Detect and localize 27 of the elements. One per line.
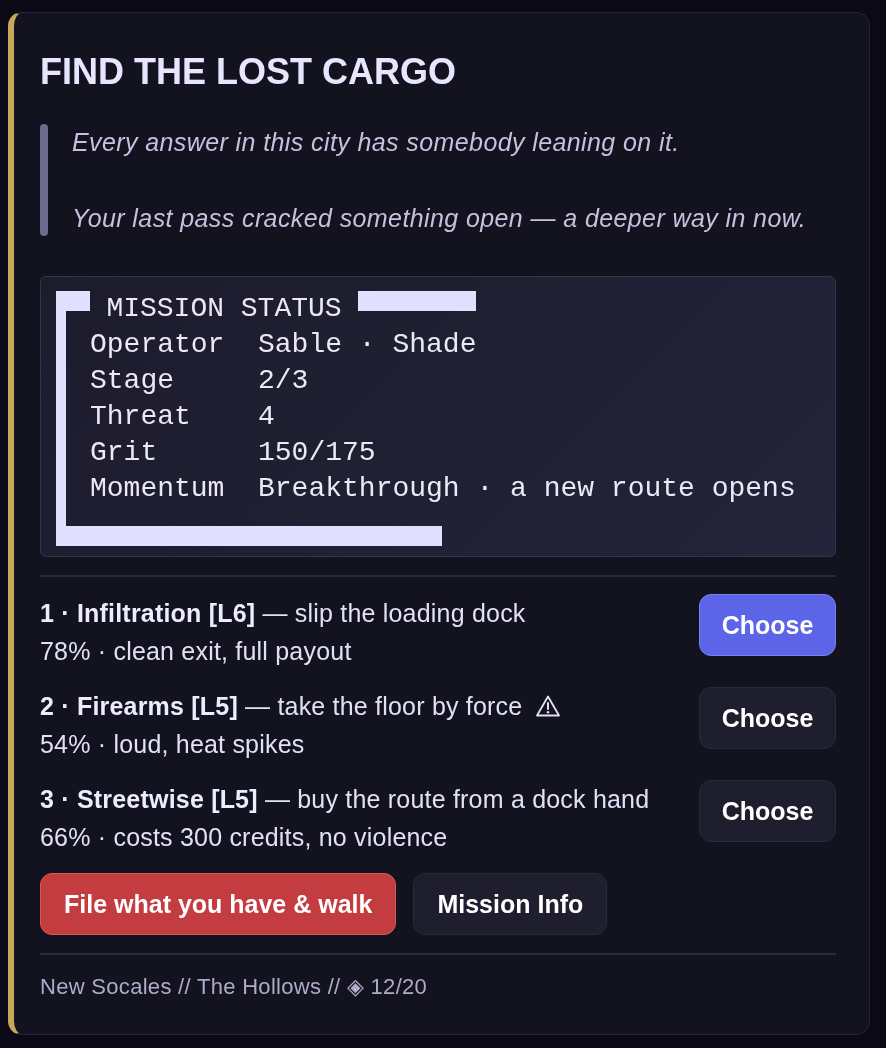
option-text: 2 · Firearms [L5] — take the floor by force <box>40 691 523 722</box>
status-label: Grit <box>90 436 159 470</box>
choose-button[interactable]: Choose <box>699 594 836 656</box>
status-value: 2/3 <box>258 364 309 398</box>
location-footer: New Socales // The Hollows // ◈ 12/20 <box>40 972 836 1002</box>
option-text: 3 · Streetwise [L5] — buy the route from a dock hand <box>40 784 650 815</box>
option-text: 1 · Infiltration [L6] — slip the loading dock <box>40 598 526 629</box>
quote-text: Every answer in this city has somebody leaning on it. <box>72 127 681 158</box>
mission-title: FIND THE LOST CARGO <box>40 51 457 93</box>
status-value: Breakthrough · a new route opens <box>258 472 796 506</box>
status-value: 150/175 <box>258 436 376 470</box>
status-title: MISSION STATUS <box>106 292 342 326</box>
walk-away-button[interactable]: File what you have & walk <box>40 873 397 935</box>
info-button[interactable]: Mission Info <box>413 873 608 935</box>
choose-button[interactable]: Choose <box>699 780 836 842</box>
status-label: Operator <box>90 328 226 362</box>
status-value: Sable · Shade <box>258 328 477 362</box>
status-label: Momentum <box>90 472 226 506</box>
status-label: Threat <box>90 400 192 434</box>
status-label: Stage <box>90 364 175 398</box>
option-detail: 66% · costs 300 credits, no violence <box>40 822 448 853</box>
status-value: 4 <box>258 400 275 434</box>
quote-text: Your last pass cracked something open — a deeper way in now. <box>72 203 807 234</box>
choose-button[interactable]: Choose <box>699 687 836 749</box>
frame-corner <box>56 291 90 311</box>
option-detail: 54% · loud, heat spikes <box>40 729 305 760</box>
option-detail: 78% · clean exit, full payout <box>40 636 352 667</box>
